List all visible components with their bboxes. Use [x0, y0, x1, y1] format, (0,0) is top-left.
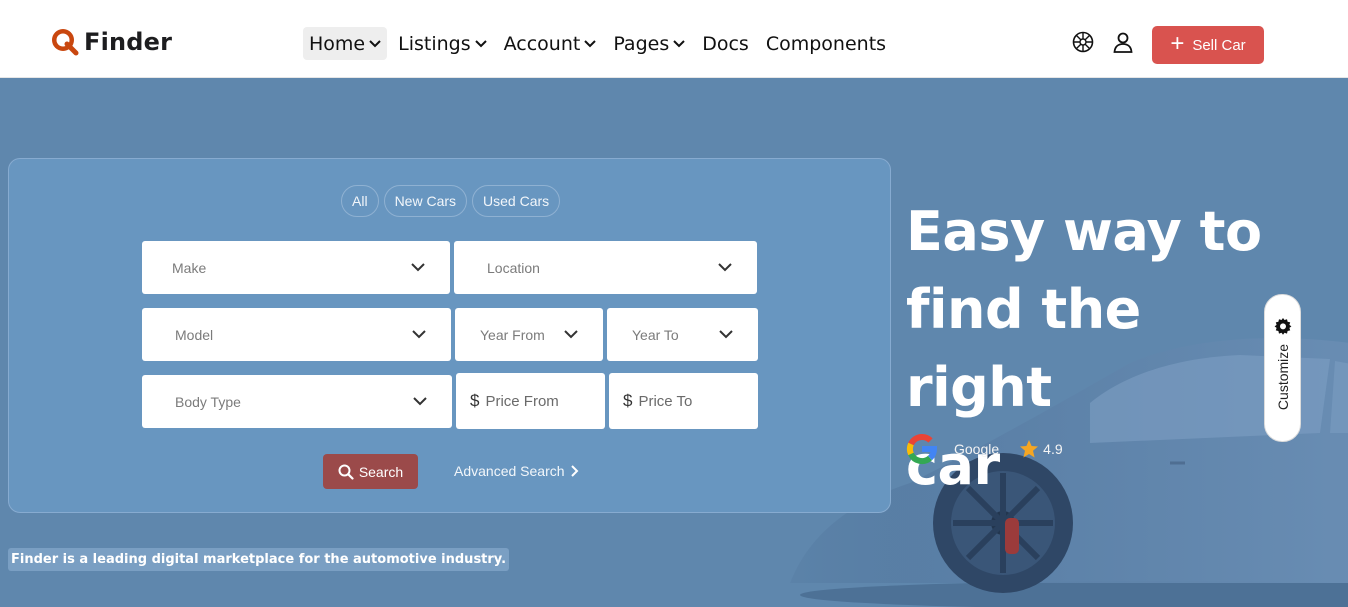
- nav-account[interactable]: Account: [498, 27, 603, 60]
- sell-car-button[interactable]: + Sell Car: [1152, 26, 1264, 64]
- user-icon[interactable]: [1112, 31, 1134, 53]
- make-select-value: Make: [172, 259, 207, 276]
- body-type-select[interactable]: Body Type: [142, 375, 452, 428]
- dollar-icon: $: [470, 391, 480, 410]
- year-to-select[interactable]: Year To: [607, 308, 758, 361]
- headline-line: Easy way to: [906, 200, 1262, 263]
- make-select[interactable]: Make: [142, 241, 450, 294]
- customize-button[interactable]: Customize: [1264, 294, 1301, 442]
- nav-label: Components: [765, 32, 887, 55]
- headline-line: find the right: [906, 278, 1141, 419]
- dollar-icon: $: [623, 391, 633, 410]
- nav-pages[interactable]: Pages: [607, 27, 691, 60]
- price-to-placeholder: Price To: [638, 392, 693, 410]
- model-select-value: Model: [175, 326, 214, 343]
- year-to-select-value: Year To: [632, 326, 679, 343]
- search-button[interactable]: Search: [323, 454, 418, 489]
- chevron-down-icon: [719, 330, 733, 339]
- nav-components[interactable]: Components: [760, 27, 892, 60]
- search-icon: [338, 464, 354, 480]
- brand[interactable]: Finder: [50, 27, 172, 57]
- chevron-down-icon: [412, 330, 426, 339]
- body-type-select-value: Body Type: [175, 393, 241, 410]
- chevron-down-icon: [369, 39, 381, 47]
- chevron-down-icon: [474, 39, 487, 47]
- google-icon: [906, 433, 938, 465]
- star-icon: [1020, 440, 1039, 458]
- price-from-placeholder: Price From: [485, 392, 559, 410]
- customize-label: Customize: [1275, 343, 1291, 411]
- nav-label: Pages: [613, 32, 670, 55]
- brand-name: Finder: [84, 28, 173, 56]
- search-panel: All New Cars Used Cars Make Location Mod…: [8, 158, 891, 513]
- sell-car-label: Sell Car: [1192, 36, 1246, 54]
- review-source: Google: [954, 441, 1000, 457]
- location-select[interactable]: Location: [454, 241, 757, 294]
- year-from-select[interactable]: Year From: [455, 308, 603, 361]
- hero-tagline: Finder is a leading digital marketplace …: [8, 548, 510, 571]
- nav-home[interactable]: Home: [303, 27, 388, 60]
- logo-search-icon: [52, 29, 79, 56]
- main-nav: Home Listings Account Pages Docs Compone…: [303, 27, 897, 60]
- site-header: Finder Home Listings Account Pages Docs …: [0, 0, 1348, 78]
- nav-docs[interactable]: Docs: [696, 27, 755, 60]
- tab-new-cars[interactable]: New Cars: [383, 185, 468, 217]
- nav-label: Home: [309, 32, 366, 55]
- advanced-search-label: Advanced Search: [454, 463, 565, 479]
- nav-label: Listings: [398, 32, 471, 55]
- nav-listings[interactable]: Listings: [392, 27, 493, 60]
- nav-label: Docs: [702, 32, 749, 55]
- chevron-down-icon: [413, 397, 427, 406]
- search-tabs: All New Cars Used Cars: [341, 185, 561, 217]
- search-button-label: Search: [358, 463, 404, 480]
- gear-icon: [1274, 318, 1292, 335]
- chevron-down-icon: [673, 39, 685, 47]
- header-icons: [1072, 31, 1134, 53]
- tab-used-cars[interactable]: Used Cars: [472, 185, 561, 217]
- rating-value: 4.9: [1043, 441, 1063, 457]
- chevron-down-icon: [564, 330, 578, 339]
- model-select[interactable]: Model: [142, 308, 451, 361]
- price-to-input[interactable]: $ Price To: [609, 373, 758, 429]
- chevron-down-icon: [718, 263, 732, 272]
- chevron-right-icon: [570, 465, 578, 477]
- nav-label: Account: [503, 32, 581, 55]
- globe-icon[interactable]: [1072, 31, 1094, 53]
- chevron-down-icon: [584, 39, 597, 47]
- year-from-select-value: Year From: [480, 326, 545, 343]
- tab-all[interactable]: All: [341, 185, 379, 217]
- location-select-value: Location: [487, 259, 540, 276]
- price-from-input[interactable]: $ Price From: [456, 373, 605, 429]
- advanced-search-link[interactable]: Advanced Search: [454, 463, 579, 479]
- plus-icon: +: [1170, 29, 1185, 57]
- rating-row: Google 4.9: [906, 433, 1063, 465]
- chevron-down-icon: [411, 263, 425, 272]
